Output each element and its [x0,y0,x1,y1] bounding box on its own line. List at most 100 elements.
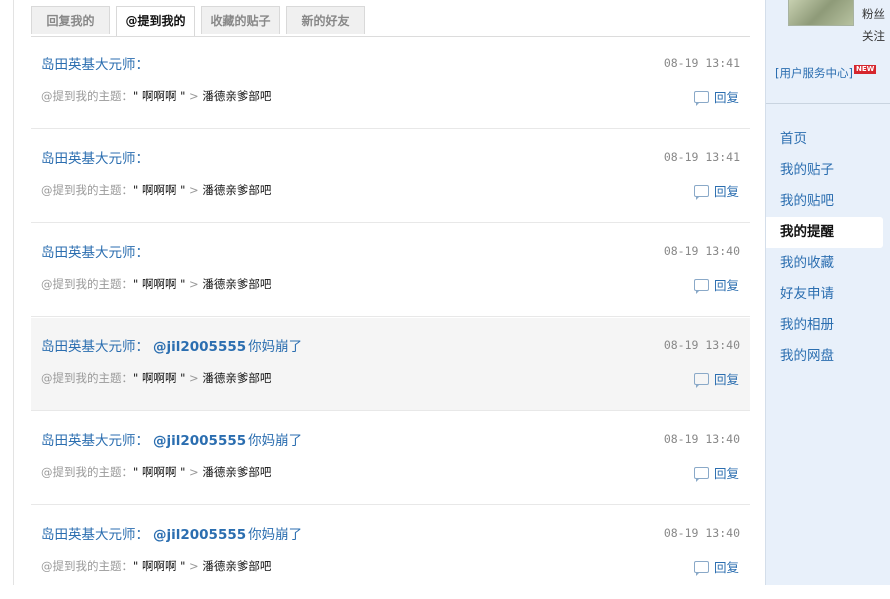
mention-item: 岛田英基大元师： @jil2005555 你妈崩了 08-19 13:40 @提到我… [31,412,750,505]
mention-line: 岛田英基大元师： [41,147,155,167]
nav-home[interactable]: 首页 [766,124,890,155]
reply-button[interactable]: 回复 [693,369,739,388]
tab-new-friends[interactable]: 新的好友 [286,6,365,34]
topic-line: @提到我的主题：" 啊啊啊 " > 潘德亲爹部吧 [41,558,271,574]
topic-prefix: @提到我的主题： [41,465,133,479]
mention-line: 岛田英基大元师： @jil2005555 你妈崩了 [41,429,302,449]
reply-label: 回复 [713,466,739,481]
topic-link[interactable]: " 啊啊啊 " [133,183,185,197]
nav-my-forums[interactable]: 我的贴吧 [766,186,890,217]
right-sidebar: 粉丝 关注 [用户服务中心] NEW 首页 我的贴子 我的贴吧 我的提醒 我的收藏… [765,0,890,585]
user-service-center-link[interactable]: [用户服务中心] NEW [775,65,877,81]
mentioned-user-link[interactable]: @jil2005555 [153,527,246,543]
reply-button[interactable]: 回复 [693,275,739,294]
mention-message: 你妈崩了 [248,527,303,543]
topic-line: @提到我的主题：" 啊啊啊 " > 潘德亲爹部吧 [41,370,271,386]
new-badge: NEW [853,65,877,74]
timestamp: 08-19 13:41 [663,56,740,70]
timestamp: 08-19 13:40 [663,432,740,446]
author-link[interactable]: 岛田英基大元师： [41,57,149,73]
topic-line: @提到我的主题：" 啊啊啊 " > 潘德亲爹部吧 [41,182,271,198]
separator: > [189,465,199,479]
topic-link[interactable]: " 啊啊啊 " [133,89,185,103]
divider [766,103,890,104]
topic-link[interactable]: " 啊啊啊 " [133,371,185,385]
left-border [13,0,14,585]
nav-friend-requests[interactable]: 好友申请 [766,279,890,310]
topic-line: @提到我的主题：" 啊啊啊 " > 潘德亲爹部吧 [41,88,271,104]
mention-message: 你妈崩了 [248,433,303,449]
follow-link[interactable]: 关注 [862,28,885,44]
comment-icon [693,467,709,482]
mentioned-user-link[interactable]: @jil2005555 [153,339,246,355]
author-link[interactable]: 岛田英基大元师： [41,433,149,449]
tab-mentions[interactable]: @提到我的 [116,6,195,36]
timestamp: 08-19 13:40 [663,244,740,258]
forum-link[interactable]: 潘德亲爹部吧 [202,277,271,291]
separator: > [189,559,199,573]
separator: > [189,89,199,103]
mention-line: 岛田英基大元师： [41,53,155,73]
topic-prefix: @提到我的主题： [41,183,133,197]
nav-my-posts[interactable]: 我的贴子 [766,155,890,186]
reply-button[interactable]: 回复 [693,181,739,200]
mention-item: 岛田英基大元师： @jil2005555 你妈崩了 08-19 13:40 @提到我… [31,506,750,599]
reply-label: 回复 [713,278,739,293]
forum-link[interactable]: 潘德亲爹部吧 [202,465,271,479]
timestamp: 08-19 13:40 [663,526,740,540]
sidebar-nav: 首页 我的贴子 我的贴吧 我的提醒 我的收藏 好友申请 我的相册 我的网盘 [766,124,890,372]
tab-bar: 回复我的 @提到我的 收藏的贴子 新的好友 [31,6,750,37]
topic-line: @提到我的主题：" 啊啊啊 " > 潘德亲爹部吧 [41,464,271,480]
mention-line: 岛田英基大元师： [41,241,155,261]
forum-link[interactable]: 潘德亲爹部吧 [202,89,271,103]
separator: > [189,277,199,291]
mention-message: 你妈崩了 [248,339,303,355]
topic-link[interactable]: " 啊啊啊 " [133,465,185,479]
author-link[interactable]: 岛田英基大元师： [41,245,149,261]
nav-my-reminders[interactable]: 我的提醒 [766,217,883,248]
reply-button[interactable]: 回复 [693,463,739,482]
reply-label: 回复 [713,560,739,575]
mention-line: 岛田英基大元师： @jil2005555 你妈崩了 [41,335,302,355]
topic-prefix: @提到我的主题： [41,559,133,573]
nav-my-drive[interactable]: 我的网盘 [766,341,890,372]
topic-prefix: @提到我的主题： [41,371,133,385]
forum-link[interactable]: 潘德亲爹部吧 [202,559,271,573]
separator: > [189,371,199,385]
avatar[interactable] [788,0,854,26]
nav-my-favorites[interactable]: 我的收藏 [766,248,890,279]
mentioned-user-link[interactable]: @jil2005555 [153,433,246,449]
tab-favorites[interactable]: 收藏的贴子 [201,6,280,34]
topic-prefix: @提到我的主题： [41,89,133,103]
mention-item: 岛田英基大元师： 08-19 13:41 @提到我的主题：" 啊啊啊 " > 潘… [31,130,750,223]
forum-link[interactable]: 潘德亲爹部吧 [202,183,271,197]
comment-icon [693,91,709,106]
author-link[interactable]: 岛田英基大元师： [41,339,149,355]
tab-replies[interactable]: 回复我的 [31,6,110,34]
author-link[interactable]: 岛田英基大元师： [41,151,149,167]
main-content: 回复我的 @提到我的 收藏的贴子 新的好友 岛田英基大元师： 08-19 13:… [31,0,750,585]
timestamp: 08-19 13:40 [663,338,740,352]
comment-icon [693,373,709,388]
mention-item: 岛田英基大元师： 08-19 13:40 @提到我的主题：" 啊啊啊 " > 潘… [31,224,750,317]
topic-prefix: @提到我的主题： [41,277,133,291]
comment-icon [693,561,709,576]
mention-item: 岛田英基大元师： @jil2005555 你妈崩了 08-19 13:40 @提到我… [31,318,750,411]
mention-line: 岛田英基大元师： @jil2005555 你妈崩了 [41,523,302,543]
fans-link[interactable]: 粉丝 [862,6,885,22]
comment-icon [693,185,709,200]
author-link[interactable]: 岛田英基大元师： [41,527,149,543]
timestamp: 08-19 13:41 [663,150,740,164]
separator: > [189,183,199,197]
topic-link[interactable]: " 啊啊啊 " [133,277,185,291]
topic-link[interactable]: " 啊啊啊 " [133,559,185,573]
mention-item: 岛田英基大元师： 08-19 13:41 @提到我的主题：" 啊啊啊 " > 潘… [31,36,750,129]
nav-my-albums[interactable]: 我的相册 [766,310,890,341]
forum-link[interactable]: 潘德亲爹部吧 [202,371,271,385]
comment-icon [693,279,709,294]
reply-button[interactable]: 回复 [693,557,739,576]
reply-label: 回复 [713,372,739,387]
reply-label: 回复 [713,90,739,105]
reply-button[interactable]: 回复 [693,87,739,106]
service-label: [用户服务中心] [775,66,853,80]
